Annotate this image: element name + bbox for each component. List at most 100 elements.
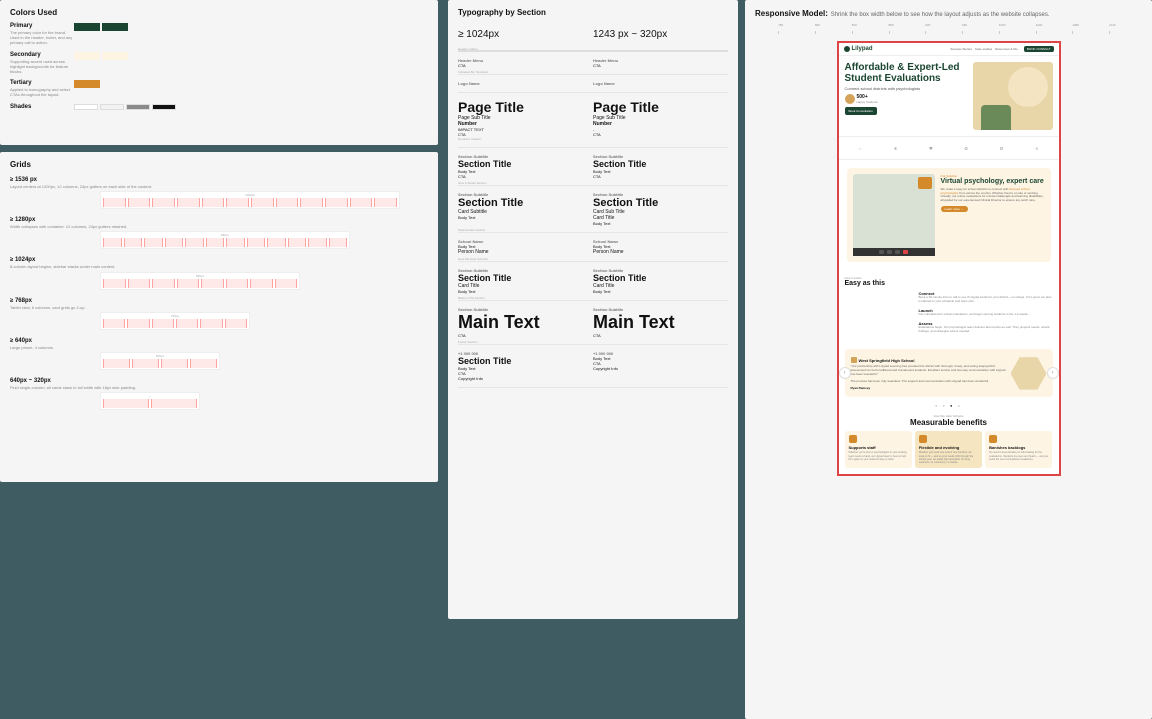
share-icon[interactable]	[895, 250, 900, 254]
feature-block: Our Solution Virtual psychology, expert …	[847, 168, 1051, 262]
grid-column	[225, 319, 247, 328]
resp-note: Shrink the box width below to see how th…	[831, 12, 1050, 18]
grid-column	[201, 279, 224, 288]
ruler[interactable]: 7608008408809209601000104010801120	[755, 23, 1142, 35]
typo-group: School NameBody TextPerson NameSchool Na…	[458, 233, 728, 262]
ruler-tick-label: 1120	[1109, 23, 1115, 27]
logo[interactable]: Lilypad	[844, 46, 873, 52]
nav-cta-button[interactable]: BOOK CONSULT	[1024, 46, 1054, 52]
swatch	[74, 52, 100, 60]
main-text-sample: Main Text	[458, 312, 587, 333]
ruler-tick-label: 760	[778, 23, 783, 27]
benefit-icon	[849, 435, 857, 443]
nav-link[interactable]: Success Stories	[950, 47, 972, 51]
easy-section: How it works Easy as this ConnectBook a …	[839, 270, 1059, 343]
grid-column	[267, 238, 286, 247]
typo-group-label: Followed By: Numbers	[458, 70, 488, 74]
benefit-card: Supports staffWhether you're low on psyc…	[845, 431, 912, 468]
typo-group: Logo NameLogo Name	[458, 75, 728, 93]
grid-column	[350, 198, 373, 207]
grid-column	[152, 279, 175, 288]
end-call-icon[interactable]	[903, 250, 908, 254]
grid-column	[103, 198, 126, 207]
cam-icon[interactable]	[887, 250, 892, 254]
hero-cta-button[interactable]: Book Consultation	[845, 107, 877, 115]
color-note: Applied to iconography and select CTAs t…	[10, 87, 74, 97]
grid-column	[132, 359, 159, 368]
testimonial-subnote: The process has been truly seamless. The…	[851, 380, 1007, 384]
color-name: Secondary	[10, 52, 74, 58]
step-item: ConnectBook a 30-minute intro to call to…	[845, 291, 1053, 304]
grid-name: ≥ 1024px	[10, 257, 428, 263]
typo-group: Page TitlePage Sub TitleNumberIMPACT TEX…	[458, 93, 728, 148]
grid-row: 640px ~ 320pxFluid single-column; all ca…	[10, 378, 428, 410]
school-badge-icon	[851, 357, 857, 363]
grid-note: Tablet view, 6 columns, card grids go 2-…	[10, 305, 428, 310]
mic-icon[interactable]	[879, 250, 884, 254]
brand-name: Lilypad	[852, 46, 873, 52]
grid-column	[103, 319, 125, 328]
prev-arrow-icon[interactable]: ‹	[839, 367, 851, 379]
nav-link[interactable]: Resources & Mo...	[995, 47, 1020, 51]
grid-column	[206, 238, 225, 247]
partner-icons-row: ⌂ ♜ ⛊ ❂ ✪ ≋	[839, 136, 1059, 160]
grid-name: ≥ 640px	[10, 338, 428, 344]
feature-cta-button[interactable]: Learn more →	[941, 206, 968, 212]
colors-title: Colors Used	[10, 8, 428, 17]
easy-heading: Easy as this	[845, 280, 1053, 287]
grid-column	[128, 279, 151, 288]
benefit-card: Banishes backlogsNo need to keep familie…	[985, 431, 1052, 468]
globe-icon: ✪	[994, 141, 1008, 155]
typo-group-label: Footer Section	[458, 340, 478, 344]
site-preview[interactable]: Lilypad Success StoriesCase studiesResou…	[837, 41, 1061, 476]
grid-column	[247, 238, 266, 247]
hero-heading: Affordable & Expert-Led Student Evaluati…	[845, 62, 969, 84]
benefit-card: Flexible and evolvingWhether you need on…	[915, 431, 982, 468]
typo-group: Section SubtitleSection TitleBody TextCT…	[458, 148, 728, 186]
typo-label: Logo Name	[458, 81, 587, 86]
next-arrow-icon[interactable]: ›	[1047, 367, 1059, 379]
plant-photo	[981, 105, 1011, 130]
ruler-tick-label: 960	[962, 23, 967, 27]
section-title-sample: Section Title	[458, 356, 587, 366]
benefit-icon	[989, 435, 997, 443]
grid-row: ≥ 1024px8-column layout begins, sidebar …	[10, 257, 428, 289]
grid-column	[288, 238, 307, 247]
grid-column	[276, 198, 299, 207]
stat-label: Happy Students	[857, 100, 878, 104]
grid-column	[329, 238, 348, 247]
grid-column	[190, 359, 217, 368]
section-title-sample: Section Title	[458, 273, 587, 283]
ruler-tick-label: 1040	[1036, 23, 1043, 27]
grid-note: Fluid single-column; all cards stack to …	[10, 385, 428, 390]
color-row: SecondarySupporting accent used across h…	[10, 52, 428, 75]
typo-title: Typography by Section	[458, 8, 728, 17]
hero: Affordable & Expert-Led Student Evaluati…	[839, 56, 1059, 136]
step-item: AssessEvaluations begin. Our psychologis…	[845, 321, 1053, 334]
step-item: LaunchGet onboarded for virtual evaluati…	[845, 308, 1053, 317]
section-title-sample: Section Title	[458, 159, 587, 169]
video-controls[interactable]	[853, 248, 935, 256]
child-photo	[1008, 67, 1048, 107]
color-row: Shades	[10, 104, 428, 111]
swatch	[74, 104, 98, 110]
section-title-sample: Section Title	[593, 273, 722, 283]
lilypad-icon	[844, 46, 850, 52]
shield-icon: ❂	[959, 141, 973, 155]
testimonial-block: ‹ West Springfield High School "Our part…	[845, 349, 1053, 397]
feature-image	[853, 174, 935, 256]
page-title-sample: Page Title	[593, 99, 722, 115]
nav-link[interactable]: Case studies	[975, 47, 992, 51]
benefits-heading: Measurable benefits	[845, 418, 1053, 427]
grid-name: ≥ 1280px	[10, 217, 428, 223]
grid-column	[103, 279, 126, 288]
grid-column	[103, 399, 149, 408]
step-body: Book a 30-minute intro to call to see if…	[919, 296, 1053, 304]
ruler-tick-label: 1000	[999, 23, 1006, 27]
typo-group: Section SubtitleSection TitleCard TitleB…	[458, 262, 728, 301]
benefit-icon	[919, 435, 927, 443]
color-row: PrimaryThe primary color for the brand. …	[10, 23, 428, 46]
typo-group-label: How It Works Section	[458, 181, 487, 185]
grid-column	[300, 198, 323, 207]
grid-column	[374, 198, 397, 207]
